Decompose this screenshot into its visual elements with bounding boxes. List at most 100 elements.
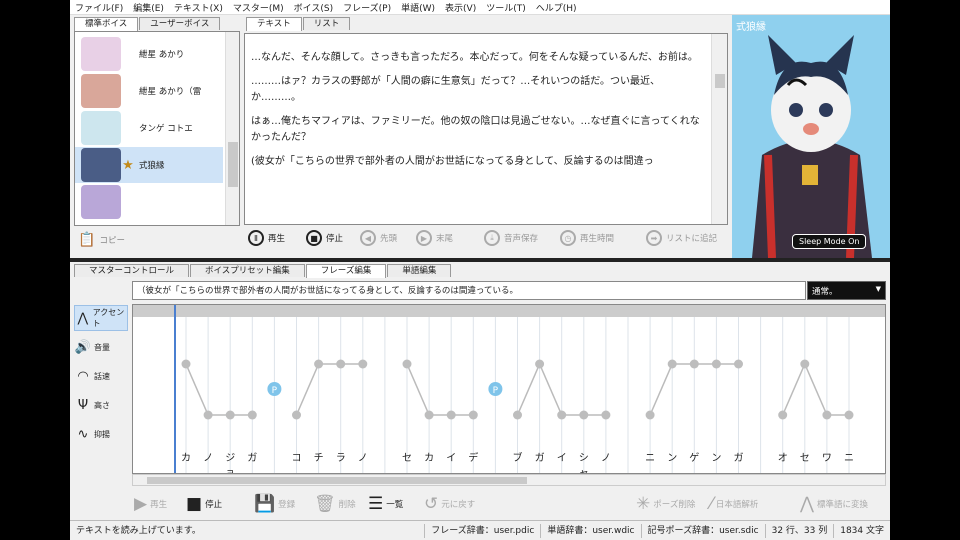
control-6[interactable]: ➡ リストに追記 xyxy=(646,230,717,246)
menu-item-1[interactable]: 編集(E) xyxy=(128,1,169,14)
accent-point[interactable] xyxy=(468,410,478,420)
accent-point[interactable] xyxy=(601,410,611,420)
action-icon: ↺ xyxy=(424,494,439,514)
intonation-icon: ∿ xyxy=(77,426,89,442)
accent-point[interactable] xyxy=(844,410,854,420)
phrase-action-0[interactable]: ▶ 再生 xyxy=(134,494,167,514)
accent-line xyxy=(516,363,541,416)
control-icon: ◀ xyxy=(360,230,376,246)
accent-point[interactable] xyxy=(711,359,721,369)
menu-item-0[interactable]: ファイル(F) xyxy=(70,1,128,14)
phrase-action-5[interactable]: ↺ 元に戻す xyxy=(424,494,475,514)
side-volume[interactable]: 🔊 音量 xyxy=(74,334,128,360)
kana-label: ン xyxy=(711,453,722,464)
action-icon: ▶ xyxy=(134,494,148,514)
accent-point[interactable] xyxy=(513,410,522,420)
menu-item-6[interactable]: 単語(W) xyxy=(396,1,440,14)
phrase-action-7[interactable]: ⁄ 日本語解析 xyxy=(710,494,758,514)
phrase-action-4[interactable]: ☰ 一覧 xyxy=(368,494,403,514)
side-accent[interactable]: ⋀ アクセント xyxy=(74,305,128,331)
voice-item[interactable]: タンゲ コトエ xyxy=(75,110,223,146)
tab-lower-3[interactable]: 単語編集 xyxy=(387,264,452,277)
phrase-action-6[interactable]: ✳ ポーズ削除 xyxy=(636,494,695,514)
accent-point[interactable] xyxy=(579,410,589,420)
accent-point[interactable] xyxy=(225,410,235,420)
phrase-action-1[interactable]: ■ 停止 xyxy=(186,494,222,514)
accent-point[interactable] xyxy=(446,410,456,420)
accent-point[interactable] xyxy=(822,410,832,420)
accent-point[interactable] xyxy=(292,410,301,420)
tab-lower-0[interactable]: マスターコントロール xyxy=(74,264,190,277)
accent-point[interactable] xyxy=(800,359,810,369)
accent-point[interactable] xyxy=(734,359,743,369)
accent-point[interactable] xyxy=(402,359,412,369)
control-icon: ■ xyxy=(306,230,322,246)
voice-avatar xyxy=(81,148,121,182)
kana-label: ジョ xyxy=(225,453,236,474)
kana-label: ガ xyxy=(534,453,545,464)
style-select[interactable]: 通常。 ▼ xyxy=(807,281,886,300)
accent-point[interactable] xyxy=(424,410,434,420)
control-5[interactable]: ◷ 再生時間 xyxy=(560,230,614,246)
phrase-text-field[interactable]: （彼女が「こちらの世界で部外者の人間がお世話になってる身として、反論するのは間違… xyxy=(132,281,806,300)
tab-list[interactable]: リスト xyxy=(302,17,351,30)
kana-label: ゲ xyxy=(689,453,700,464)
control-2[interactable]: ◀ 先頭 xyxy=(360,230,397,246)
voice-list-scrollbar[interactable] xyxy=(225,32,239,225)
control-1[interactable]: ■ 停止 xyxy=(306,230,343,246)
accent-point[interactable] xyxy=(358,359,368,369)
tab-lower-2[interactable]: フレーズ編集 xyxy=(305,264,387,278)
voice-item[interactable]: ★ 式狼縁 xyxy=(75,147,223,183)
menu-item-7[interactable]: 表示(V) xyxy=(440,1,481,14)
phrase-action-8[interactable]: ⋀ 標準語に変換 xyxy=(800,494,868,514)
accent-point[interactable] xyxy=(181,359,191,369)
voice-item[interactable]: 紲星 あかり xyxy=(75,36,223,72)
tab-lower-1[interactable]: ボイスプリセット編集 xyxy=(190,264,305,277)
accent-point[interactable] xyxy=(203,410,213,420)
accent-editor[interactable]: PP カノジョガコチラノセカイデブガイシャノニンゲンガオセワニ xyxy=(132,304,886,474)
kana-label: カ xyxy=(424,453,435,464)
kana-label: セ xyxy=(799,453,810,464)
side-label: 抑揚 xyxy=(94,429,110,439)
kana-label: ワ xyxy=(821,453,832,464)
control-3[interactable]: ▶ 末尾 xyxy=(416,230,453,246)
menu-item-8[interactable]: ツール(T) xyxy=(481,1,531,14)
accent-point[interactable] xyxy=(778,410,788,420)
menu-item-3[interactable]: マスター(M) xyxy=(228,1,289,14)
menu-item-5[interactable]: フレーズ(P) xyxy=(338,1,396,14)
tab-user-voice[interactable]: ユーザーボイス xyxy=(139,17,221,30)
phrase-action-2[interactable]: 💾 登録 xyxy=(254,494,295,514)
copy-button[interactable]: 📋 コピー xyxy=(78,232,125,248)
text-scrollbar[interactable] xyxy=(711,34,727,224)
accent-point[interactable] xyxy=(247,410,257,420)
accent-point[interactable] xyxy=(645,410,655,420)
menu-item-9[interactable]: ヘルプ(H) xyxy=(531,1,582,14)
kana-label: ガ xyxy=(247,453,258,464)
side-speed[interactable]: ◠ 話速 xyxy=(74,363,128,389)
tab-text[interactable]: テキスト xyxy=(246,17,302,31)
menu-item-4[interactable]: ボイス(S) xyxy=(289,1,338,14)
accent-point[interactable] xyxy=(314,359,324,369)
splitter[interactable] xyxy=(70,258,890,262)
action-label: 停止 xyxy=(205,500,223,510)
menu-item-2[interactable]: テキスト(X) xyxy=(169,1,228,14)
side-intonation[interactable]: ∿ 抑揚 xyxy=(74,421,128,447)
voice-item[interactable]: 紲星 あかり（雷 xyxy=(75,73,223,109)
control-0[interactable]: Ⅱ 再生 xyxy=(248,230,285,246)
accent-point[interactable] xyxy=(535,359,545,369)
voice-tabs: 標準ボイス ユーザーボイス xyxy=(74,17,221,31)
side-pitch[interactable]: Ψ 高さ xyxy=(74,392,128,418)
control-4[interactable]: ⤓ 音声保存 xyxy=(484,230,538,246)
accent-point[interactable] xyxy=(336,359,346,369)
text-editor[interactable]: …なんだ、そんな顔して。さっきも言っただろ。本心だって。何をそんな疑っているんだ… xyxy=(244,33,728,225)
control-label: 末尾 xyxy=(436,234,454,244)
accent-point[interactable] xyxy=(557,410,567,420)
accent-hscrollbar[interactable] xyxy=(132,474,886,486)
accent-point[interactable] xyxy=(689,359,699,369)
voice-item[interactable] xyxy=(75,184,223,220)
phrase-action-3[interactable]: 🗑 削除 xyxy=(314,494,356,514)
accent-point[interactable] xyxy=(667,359,677,369)
sleep-mode-badge[interactable]: Sleep Mode On xyxy=(792,234,867,249)
tab-standard-voice[interactable]: 標準ボイス xyxy=(74,17,139,31)
voice-avatar xyxy=(81,74,121,108)
